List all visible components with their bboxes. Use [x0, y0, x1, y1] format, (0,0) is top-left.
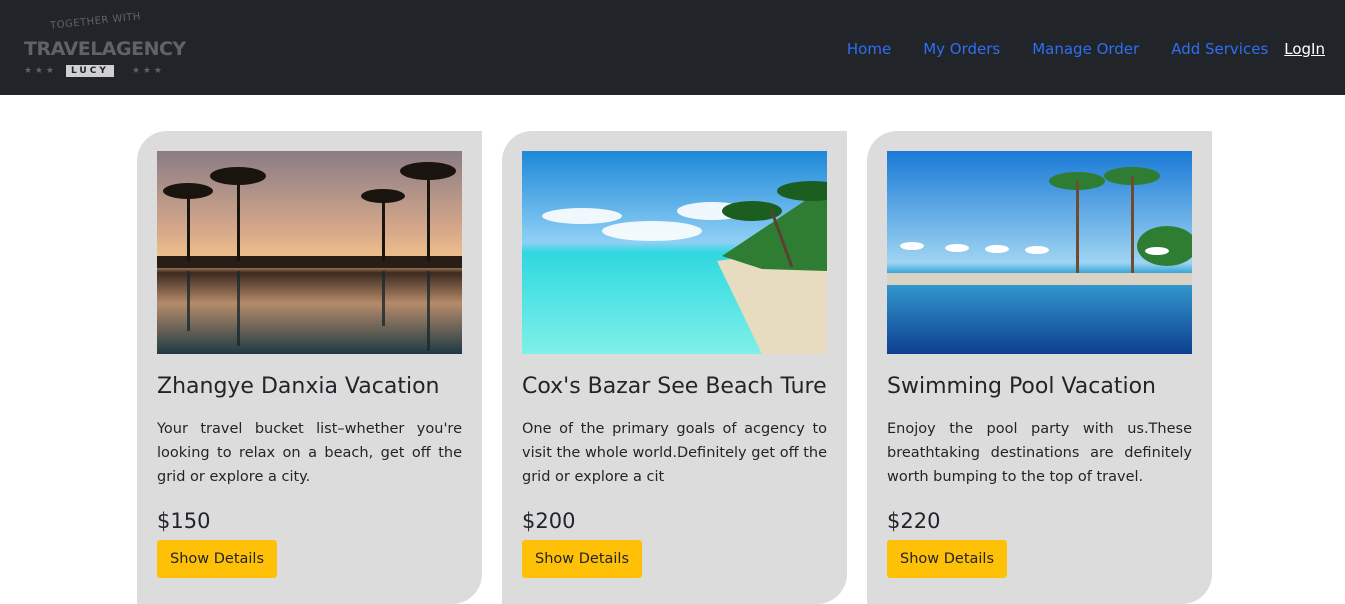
nav-home[interactable]: Home	[847, 40, 891, 58]
nav-manage-order[interactable]: Manage Order	[1032, 40, 1139, 58]
top-navbar: TOGETHER WITH TRAVELAGENCY ★ ★ ★ LUCY ★ …	[0, 0, 1345, 95]
card-description: Enojoy the pool party with us.These brea…	[887, 421, 1192, 485]
card-description: Your travel bucket list–whether you're l…	[157, 421, 462, 485]
nav-my-orders[interactable]: My Orders	[923, 40, 1000, 58]
service-cards: Zhangye Danxia Vacation Your travel buck…	[137, 131, 1212, 604]
service-card: Cox's Bazar See Beach Ture One of the pr…	[502, 131, 847, 604]
service-card: Zhangye Danxia Vacation Your travel buck…	[137, 131, 482, 604]
card-price: $200	[522, 509, 576, 533]
card-title: Zhangye Danxia Vacation	[157, 374, 440, 399]
card-description: One of the primary goals of acgency to v…	[522, 421, 827, 485]
card-price: $220	[887, 509, 941, 533]
card-title: Swimming Pool Vacation	[887, 374, 1156, 399]
show-details-button[interactable]: Show Details	[157, 540, 278, 578]
stars-icon: ★ ★ ★	[132, 65, 162, 76]
nav-add-services[interactable]: Add Services	[1171, 40, 1268, 58]
brand-sub: LUCY	[66, 64, 114, 77]
show-details-button[interactable]: Show Details	[887, 540, 1008, 578]
card-price: $150	[157, 509, 211, 533]
brand-tagline: TOGETHER WITH	[49, 10, 142, 32]
brand-name: TRAVELAGENCY	[24, 37, 186, 60]
card-title: Cox's Bazar See Beach Ture	[522, 374, 827, 399]
show-details-button[interactable]: Show Details	[522, 540, 643, 578]
service-card: Swimming Pool Vacation Enojoy the pool p…	[867, 131, 1212, 604]
beach-image	[522, 151, 827, 354]
sunset-pool-image	[157, 151, 462, 354]
swimming-pool-image	[887, 151, 1192, 354]
nav-login[interactable]: LogIn	[1284, 40, 1325, 58]
stars-icon: ★ ★ ★	[24, 65, 54, 76]
brand-logo[interactable]: TOGETHER WITH TRAVELAGENCY ★ ★ ★ LUCY ★ …	[22, 8, 186, 88]
nav-links: Home My Orders Manage Order Add Services…	[847, 40, 1325, 58]
